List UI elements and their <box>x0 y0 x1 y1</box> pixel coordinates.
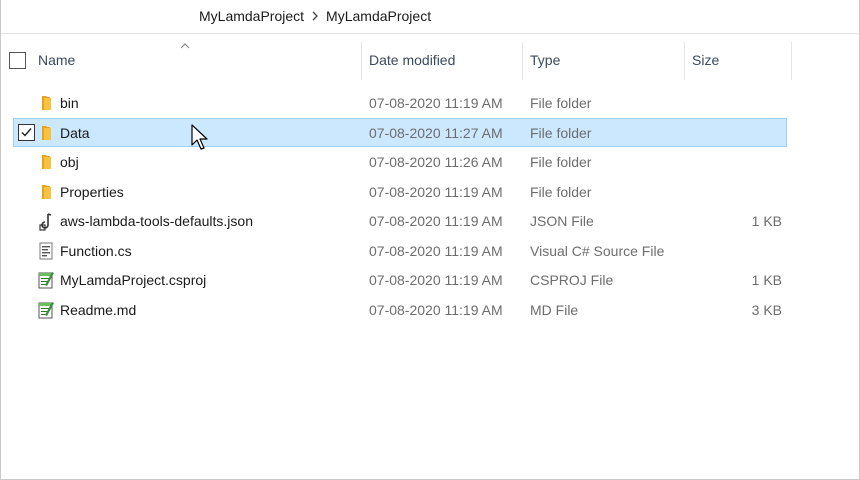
file-row[interactable]: bin 07-08-2020 11:19 AM File folder <box>13 88 787 117</box>
column-header-name[interactable]: Name <box>38 52 75 68</box>
column-header-size[interactable]: Size <box>692 52 719 68</box>
file-name: bin <box>60 95 79 111</box>
mouse-pointer-icon <box>191 124 208 150</box>
file-size: 1 KB <box>751 213 782 229</box>
column-header-date[interactable]: Date modified <box>369 52 455 68</box>
row-checkbox[interactable] <box>18 123 35 141</box>
file-type: File folder <box>530 154 592 170</box>
file-date-modified: 07-08-2020 11:19 AM <box>369 213 503 229</box>
file-name: Function.cs <box>60 242 132 259</box>
column-divider[interactable] <box>791 42 792 80</box>
file-type: JSON File <box>530 213 594 229</box>
file-type: File folder <box>530 183 592 200</box>
breadcrumb-item-parent[interactable]: MyLamdaProject <box>197 8 306 24</box>
file-row[interactable]: aws-lambda-tools-defaults.json 07-08-2020… <box>13 206 787 235</box>
cs-file-icon <box>38 241 54 261</box>
address-bar[interactable]: MyLamdaProject MyLamdaProject <box>1 0 859 34</box>
file-date-modified: 07-08-2020 11:27 AM <box>369 124 503 141</box>
file-date-modified: 07-08-2020 11:19 AM <box>369 95 503 111</box>
column-divider[interactable] <box>361 42 362 80</box>
file-date-modified: 07-08-2020 11:19 AM <box>369 242 503 259</box>
file-type: CSPROJ File <box>530 272 614 288</box>
column-divider[interactable] <box>522 42 523 80</box>
file-row[interactable]: Readme.md 07-08-2020 11:19 AM MD File 3 KB <box>13 295 787 324</box>
file-row[interactable]: Properties 07-08-2020 11:19 AM File folder <box>13 177 787 206</box>
column-divider[interactable] <box>684 42 685 80</box>
file-row[interactable]: MyLamdaProject.csproj 07-08-2020 11:19 AM… <box>13 265 787 294</box>
folder-icon <box>38 123 54 143</box>
notepad-file-icon <box>38 300 54 320</box>
file-date-modified: 07-08-2020 11:19 AM <box>369 183 503 200</box>
notepad-file-icon <box>38 270 54 290</box>
file-row[interactable]: obj 07-08-2020 11:26 AM File folder <box>13 147 787 176</box>
chevron-right-icon[interactable] <box>306 11 324 21</box>
breadcrumb: MyLamdaProject MyLamdaProject <box>197 8 433 24</box>
file-type: MD File <box>530 301 579 318</box>
column-header: Name Date modified Type Size <box>1 42 859 80</box>
file-type: File folder <box>530 95 592 111</box>
file-type: Visual C# Source File <box>530 242 665 259</box>
sort-ascending-icon <box>180 43 190 49</box>
column-header-type[interactable]: Type <box>530 52 560 68</box>
file-name: Properties <box>60 183 124 200</box>
folder-icon <box>38 93 54 113</box>
file-date-modified: 07-08-2020 11:19 AM <box>369 272 503 288</box>
select-all-checkbox[interactable] <box>9 52 26 69</box>
file-name: Data <box>60 124 90 141</box>
file-date-modified: 07-08-2020 11:26 AM <box>369 154 503 170</box>
file-size: 1 KB <box>751 272 782 288</box>
explorer-window: MyLamdaProject MyLamdaProject Name Date … <box>0 0 860 480</box>
file-type: File folder <box>530 124 592 141</box>
file-name: aws-lambda-tools-defaults.json <box>60 213 253 229</box>
file-date-modified: 07-08-2020 11:19 AM <box>369 301 503 318</box>
file-name: Readme.md <box>60 301 137 318</box>
file-size: 3 KB <box>751 301 782 318</box>
file-name: MyLamdaProject.csproj <box>60 272 207 288</box>
folder-icon <box>38 152 54 172</box>
file-row[interactable]: Data 07-08-2020 11:27 AM File folder <box>13 117 787 147</box>
file-name: obj <box>60 154 79 170</box>
file-row[interactable]: Function.cs 07-08-2020 11:19 AM Visual C# … <box>13 236 787 265</box>
breadcrumb-item-current[interactable]: MyLamdaProject <box>324 8 433 24</box>
json-file-icon <box>38 211 54 231</box>
folder-icon <box>38 182 54 202</box>
checkmark-icon <box>21 127 32 137</box>
